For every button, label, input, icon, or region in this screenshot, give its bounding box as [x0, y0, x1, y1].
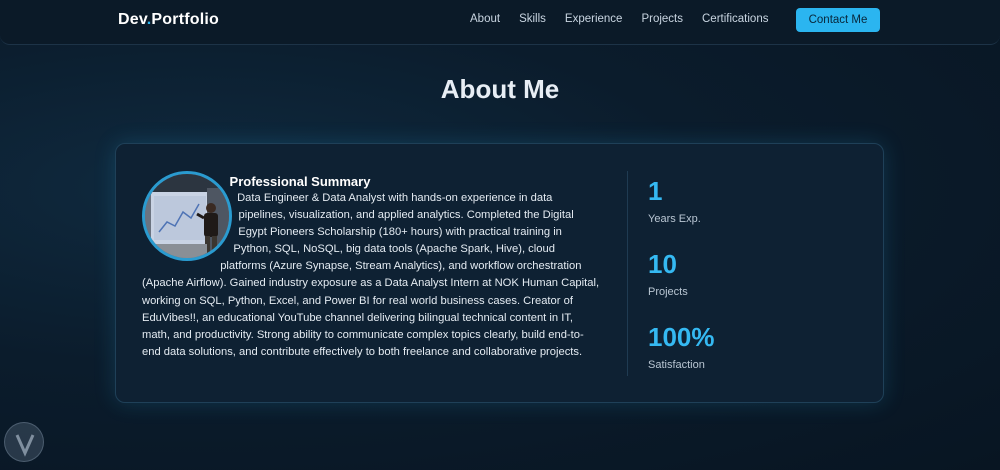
brand-logo[interactable]: Dev.Portfolio	[118, 11, 219, 29]
stat-satisfaction-label: Satisfaction	[648, 359, 705, 371]
brand-main: Dev	[118, 11, 147, 28]
corner-logo-icon	[4, 422, 44, 462]
nav-link-experience[interactable]: Experience	[565, 13, 623, 25]
nav-link-projects[interactable]: Projects	[641, 13, 683, 25]
summary-block: Professional Summary Data Engineer & Dat…	[142, 173, 602, 361]
stat-years: 1 Years Exp.	[648, 176, 701, 225]
stat-years-label: Years Exp.	[648, 213, 701, 225]
section-title: About Me	[440, 74, 560, 104]
stat-projects-label: Projects	[648, 286, 688, 298]
brand-suffix: Portfolio	[151, 11, 219, 28]
stat-satisfaction: 100% Satisfaction	[648, 322, 715, 371]
card-divider	[627, 171, 628, 376]
about-card: Professional Summary Data Engineer & Dat…	[115, 143, 884, 403]
nav-link-skills[interactable]: Skills	[519, 13, 546, 25]
nav-link-about[interactable]: About	[470, 13, 500, 25]
stat-years-value: 1	[648, 176, 663, 206]
stat-satisfaction-value: 100%	[648, 322, 715, 352]
contact-me-button[interactable]: Contact Me	[796, 8, 880, 32]
nav-link-certifications[interactable]: Certifications	[702, 13, 768, 25]
nav-links: About Skills Experience Projects Certifi…	[470, 13, 787, 25]
v-shield-icon	[15, 434, 35, 457]
top-navbar: Dev.Portfolio About Skills Experience Pr…	[0, 0, 1000, 45]
stat-projects: 10 Projects	[648, 249, 688, 298]
stat-projects-value: 10	[648, 249, 677, 279]
